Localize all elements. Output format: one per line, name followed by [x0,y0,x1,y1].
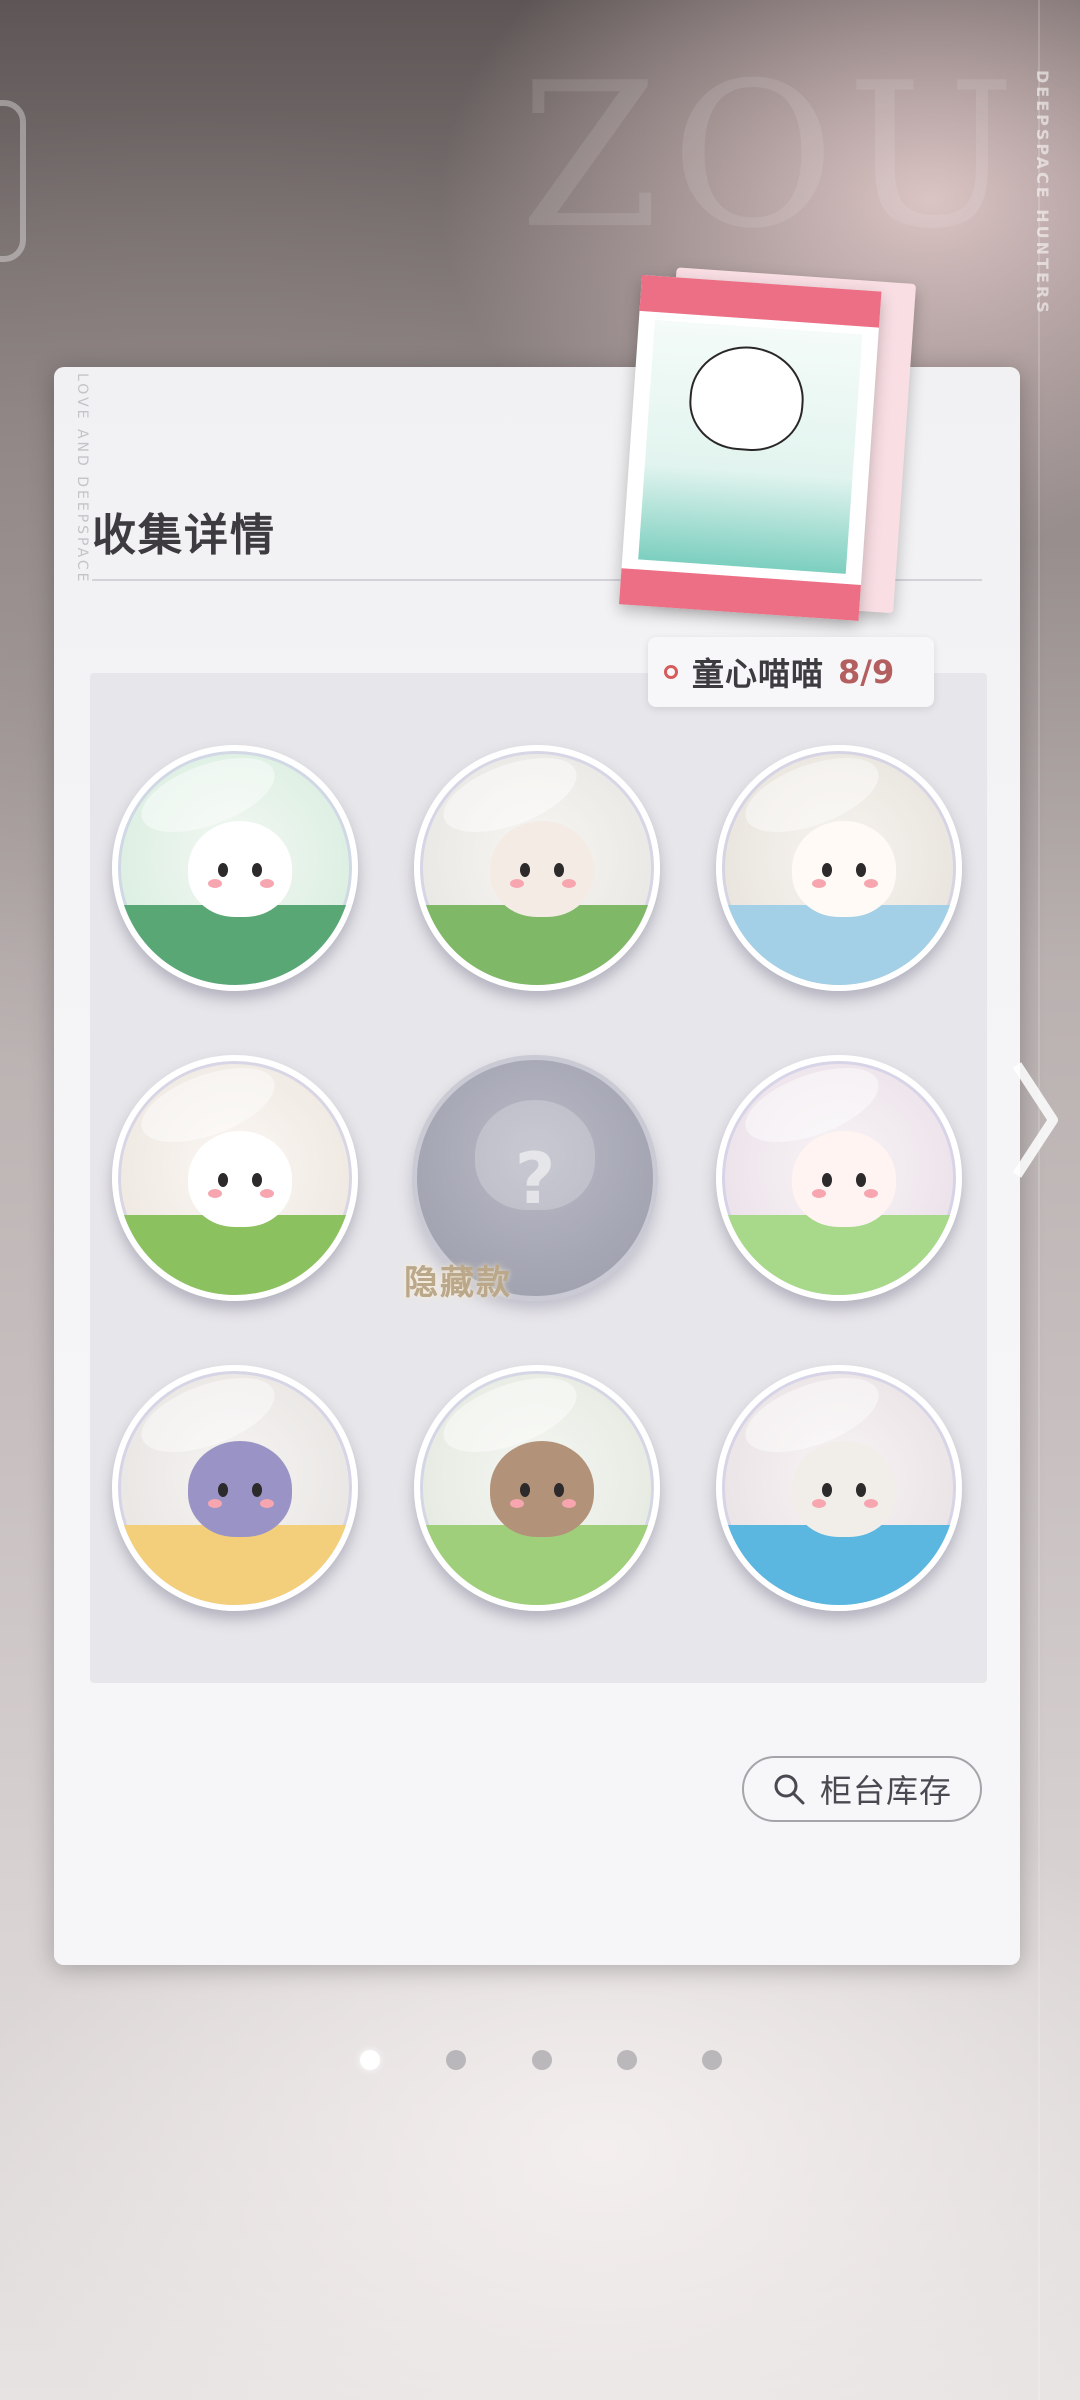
hidden-badge-label: 隐藏款 [404,1263,512,1303]
badge-number-blocks[interactable] [716,1365,962,1611]
collection-count: 8/9 [838,653,895,691]
badge-bubbles[interactable] [716,1055,962,1301]
page-dot[interactable] [617,2050,637,2070]
collection-pack-card [619,267,942,630]
badge-picnic-bear[interactable] [112,1055,358,1301]
badge-rocking-horse[interactable] [716,745,962,991]
badge-sandcastle[interactable] [112,1365,358,1611]
page-dot[interactable] [702,2050,722,2070]
background-logo: ZOU [520,40,1028,273]
page-dot[interactable] [532,2050,552,2070]
left-edge-decoration [0,100,26,262]
search-icon [772,1772,806,1806]
badge-lotus[interactable] [112,745,358,991]
background-frame-line [1038,0,1040,2400]
badge-snake-hat[interactable] [414,1365,660,1611]
next-page-arrow-icon[interactable] [1005,1055,1065,1185]
question-mark-icon: ? [514,1138,556,1220]
counter-stock-button[interactable]: 柜台库存 [742,1756,982,1822]
panel-title: 收集详情 [92,510,276,561]
bullet-icon [664,665,678,679]
badge-butterfly-book[interactable] [414,745,660,991]
counter-stock-label: 柜台库存 [819,1772,952,1810]
page-dot[interactable] [446,2050,466,2070]
brand-vertical-text: DEEPSPACE HUNTERS [1033,70,1052,316]
collection-name: 童心喵喵 [692,655,825,693]
collection-counter: 童心喵喵 8/9 [648,637,934,707]
panel-vertical-text: LOVE AND DEEPSPACE [74,373,90,585]
pagination [0,2050,1080,2080]
page-dot[interactable] [360,2050,380,2070]
